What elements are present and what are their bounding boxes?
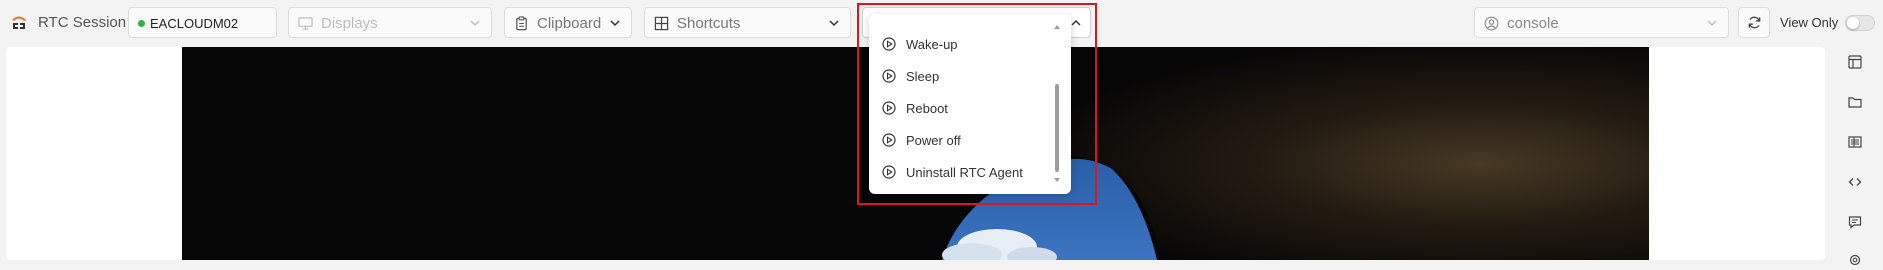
folder-icon: [1848, 97, 1862, 108]
settings-button[interactable]: [1845, 250, 1865, 270]
shortcuts-label: Shortcuts: [677, 15, 741, 32]
displays-label: Displays: [321, 15, 378, 32]
files-button[interactable]: [1845, 92, 1865, 112]
displays-dropdown[interactable]: Displays: [288, 7, 492, 38]
refresh-button[interactable]: [1738, 7, 1770, 38]
list-button[interactable]: [1845, 132, 1865, 152]
machine-selector[interactable]: EACLOUDM02: [128, 7, 277, 38]
chevron-down-icon: [470, 20, 480, 26]
highlight-box: [857, 3, 1097, 205]
code-icon: [1848, 178, 1862, 186]
refresh-icon: [1748, 16, 1761, 29]
code-button[interactable]: [1845, 172, 1865, 192]
monitor-icon: [298, 17, 313, 30]
machine-name: EACLOUDM02: [150, 16, 239, 31]
chat-icon: [1848, 216, 1862, 229]
clipboard-label: Clipboard: [537, 15, 602, 32]
app-logo-icon: [12, 16, 26, 29]
panel-button[interactable]: [1845, 52, 1865, 72]
user-label: console: [1507, 15, 1559, 32]
chevron-down-icon: [610, 20, 620, 27]
windows-icon: [654, 16, 669, 31]
app-title: RTC Session: [38, 14, 127, 31]
chevron-down-icon: [829, 20, 839, 27]
shortcuts-dropdown[interactable]: Shortcuts: [644, 7, 851, 38]
list-icon: [1848, 136, 1862, 148]
view-only-toggle[interactable]: [1845, 15, 1875, 31]
chat-button[interactable]: [1845, 212, 1865, 232]
toggle-knob: [1847, 17, 1859, 29]
online-status-dot: [138, 20, 145, 27]
clipboard-icon: [516, 16, 527, 31]
panel-icon: [1848, 55, 1862, 69]
view-only-label: View Only: [1780, 15, 1839, 30]
gear-icon: [1849, 254, 1861, 266]
user-dropdown[interactable]: console: [1474, 7, 1729, 38]
chevron-down-icon: [1707, 20, 1717, 26]
user-circle-icon: [1484, 16, 1499, 31]
right-sidebar: [1828, 47, 1883, 266]
clipboard-dropdown[interactable]: Clipboard: [504, 7, 632, 38]
